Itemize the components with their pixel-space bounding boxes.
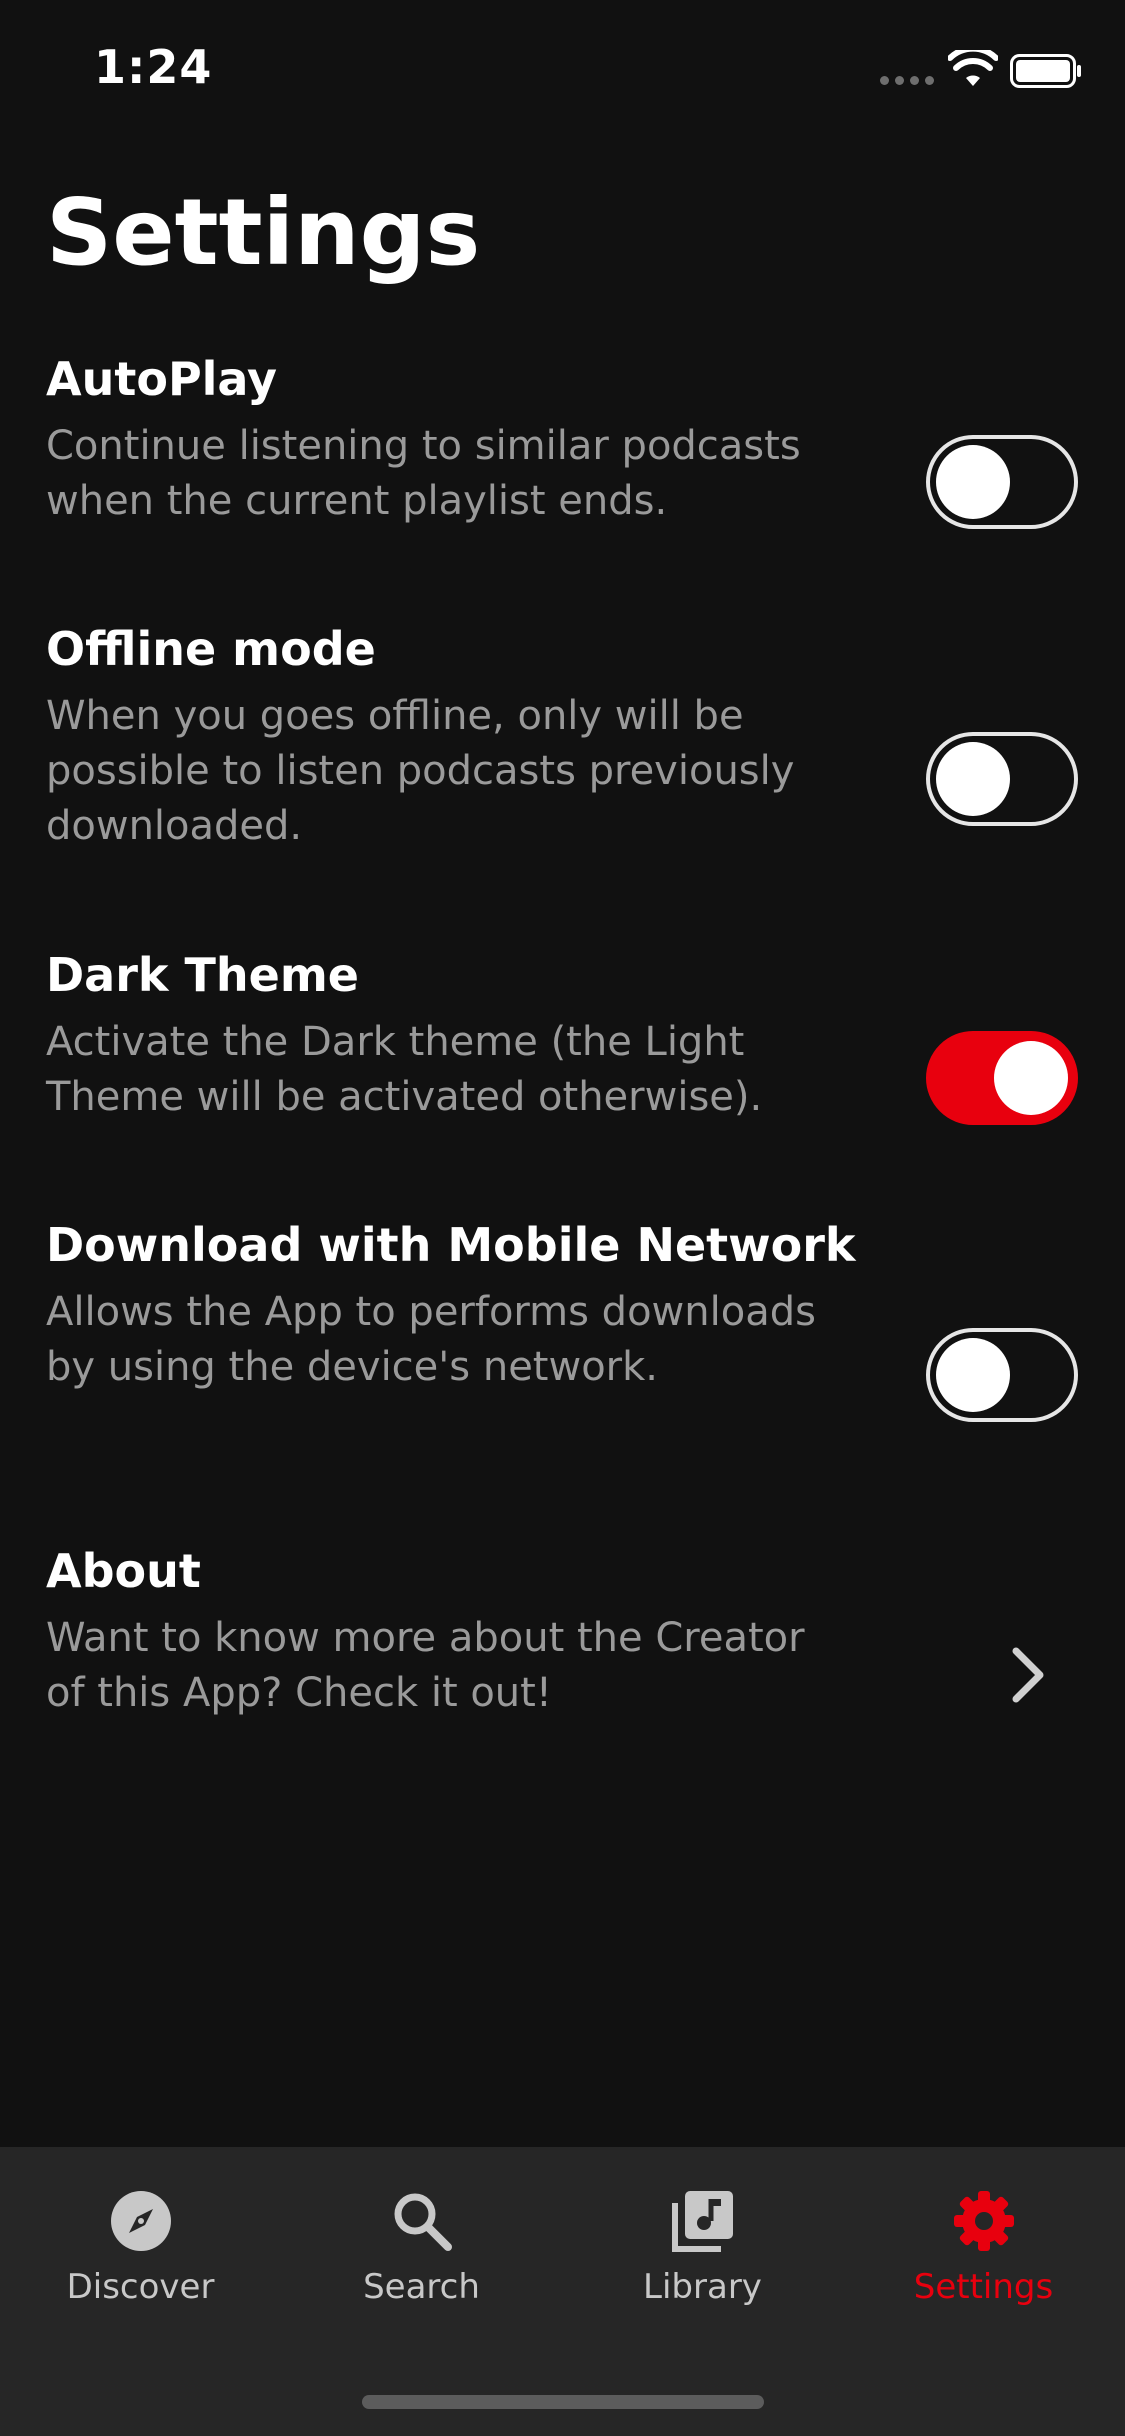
library-music-icon [671,2191,733,2252]
cellular-signal-icon [880,76,934,86]
compass-icon [110,2191,171,2251]
toggle-knob [936,1338,1010,1412]
tab-label: Discover [66,2267,215,2307]
autoplay-toggle[interactable] [926,435,1078,529]
home-indicator [362,2395,764,2409]
status-time: 1:24 [94,40,213,94]
setting-autoplay: AutoPlay Continue listening to similar p… [0,349,1125,549]
setting-title: Download with Mobile Network [46,1218,856,1272]
tab-label: Library [643,2267,762,2307]
setting-title: AutoPlay [46,352,278,406]
tab-library[interactable]: Library [562,2147,843,2327]
offline-mode-toggle[interactable] [926,732,1078,826]
setting-about[interactable]: About Want to know more about the Creato… [0,1541,1125,1741]
setting-title: About [46,1544,201,1598]
setting-description: Activate the Dark theme (the Light Theme… [46,1019,763,1120]
tab-discover[interactable]: Discover [0,2147,281,2327]
setting-description: When you goes offline, only will be poss… [46,693,795,849]
page-title: Settings [46,179,481,286]
setting-download-mobile-network: Download with Mobile Network Allows the … [0,1215,1125,1475]
status-bar: 1:24 [0,0,1125,132]
wifi-icon [948,50,998,86]
gear-icon [953,2191,1014,2251]
toggle-knob [936,742,1010,816]
battery-icon [1010,54,1081,88]
tab-label: Settings [913,2267,1054,2307]
setting-dark-theme: Dark Theme Activate the Dark theme (the … [0,945,1125,1145]
search-icon [394,2193,452,2251]
setting-description: Allows the App to performs downloads by … [46,1289,816,1390]
tab-bar: Discover Search Library Settings [0,2147,1125,2436]
chevron-right-icon[interactable] [1006,1645,1050,1705]
setting-description: Want to know more about the Creator of t… [46,1615,805,1716]
tab-search[interactable]: Search [281,2147,562,2327]
dark-theme-toggle[interactable] [926,1031,1078,1125]
setting-description: Continue listening to similar podcasts w… [46,423,801,524]
toggle-knob [936,445,1010,519]
toggle-knob [994,1041,1068,1115]
setting-title: Dark Theme [46,948,359,1002]
tab-settings[interactable]: Settings [843,2147,1124,2327]
setting-offline-mode: Offline mode When you goes offline, only… [0,619,1125,879]
mobile-network-download-toggle[interactable] [926,1328,1078,1422]
setting-title: Offline mode [46,622,376,676]
tab-label: Search [363,2267,480,2307]
